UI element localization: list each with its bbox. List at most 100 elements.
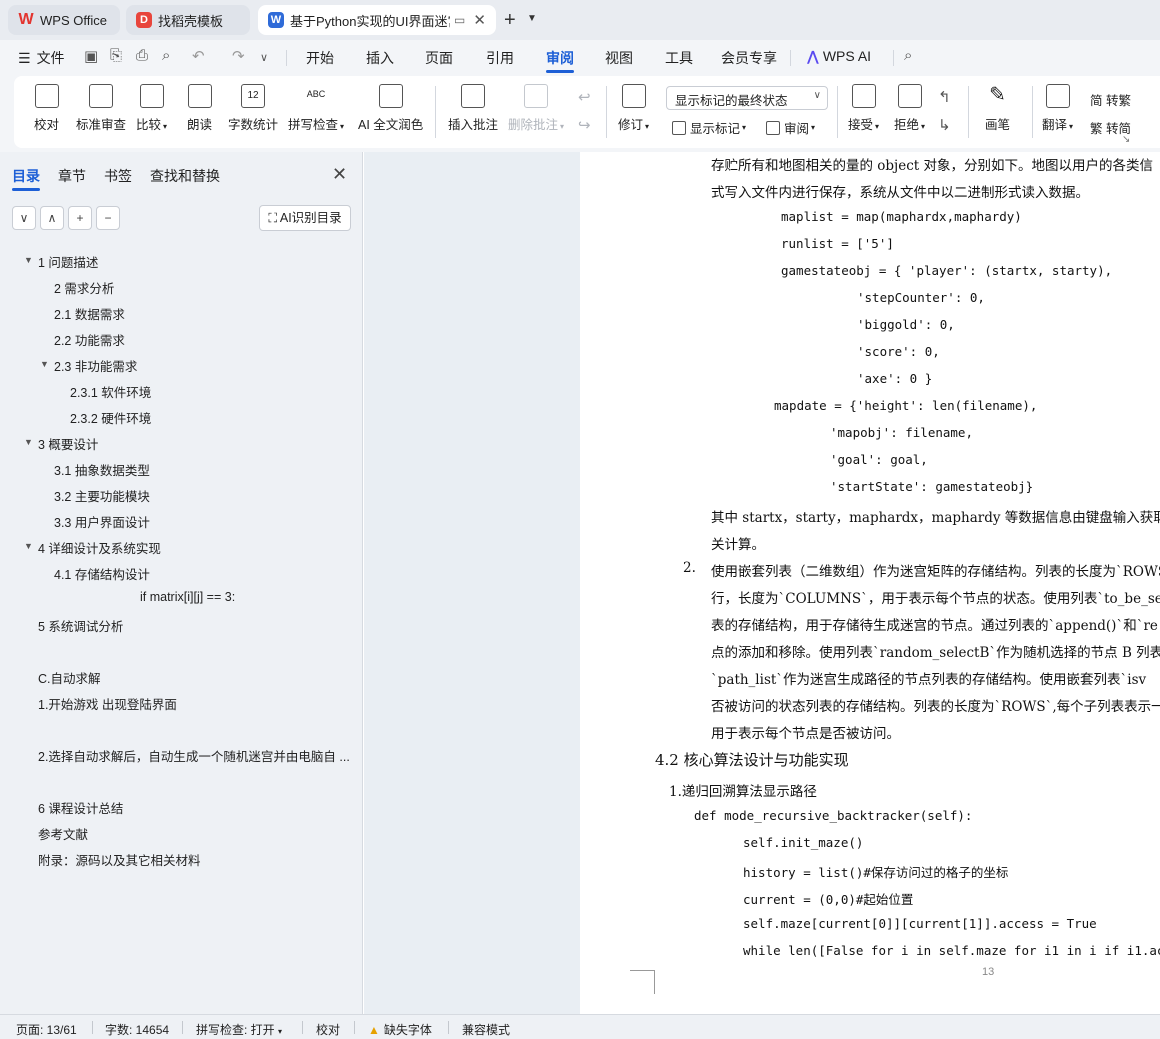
toc-item[interactable]: 6 课程设计总结	[38, 798, 123, 817]
print-preview-icon[interactable]: ⌕	[162, 47, 170, 64]
chevron-down-icon[interactable]: ∨	[260, 51, 268, 64]
toc-item[interactable]: 附录：源码以及其它相关材料	[38, 850, 201, 869]
tab-chapters[interactable]: 章节	[58, 166, 86, 186]
menu-page[interactable]: 页面	[425, 48, 453, 68]
collapse-all-icon[interactable]: ∨	[12, 206, 36, 230]
export-icon[interactable]: ⎘	[110, 47, 122, 64]
tab-bookmarks[interactable]: 书签	[104, 166, 132, 186]
toc-item[interactable]: 2.1 数据需求	[54, 304, 125, 323]
menu-insert[interactable]: 插入	[366, 48, 394, 68]
proofread-indicator[interactable]: 校对	[316, 1021, 340, 1038]
read-aloud-button[interactable]: 朗读	[187, 84, 212, 133]
expand-all-icon[interactable]: ∧	[40, 206, 64, 230]
add-heading-icon[interactable]: +	[68, 206, 92, 230]
remove-heading-icon[interactable]: −	[96, 206, 120, 230]
pen-button[interactable]: ✎ 画笔	[985, 84, 1010, 133]
toc-item[interactable]: 2.3 非功能需求	[54, 356, 137, 375]
page-indicator[interactable]: 页面: 13/61	[16, 1021, 77, 1038]
caret-down-icon[interactable]: ▼	[24, 437, 33, 447]
missing-font-indicator[interactable]: ▲ 缺失字体	[368, 1021, 432, 1038]
toc-item[interactable]: 2.选择自动求解后，自动生成一个随机迷宫并由电脑自 ...	[38, 746, 350, 765]
new-tab-icon[interactable]: +	[504, 9, 516, 32]
toc-item[interactable]: 2.3.2 硬件环境	[70, 408, 151, 427]
code-line: current = (0,0)#起始位置	[743, 892, 914, 907]
insert-comment-icon	[461, 84, 485, 108]
show-markup-button[interactable]: 显示标记 ▾	[672, 118, 746, 137]
review-pane-button[interactable]: 审阅 ▾	[766, 118, 815, 137]
markup-state-select[interactable]: 显示标记的最终状态 ∨	[666, 86, 828, 110]
toc-item[interactable]: 1 问题描述	[38, 252, 98, 271]
caret-down-icon[interactable]: ▼	[24, 541, 33, 551]
next-comment-icon[interactable]: ↪	[578, 116, 591, 134]
code-line: 'axe': 0 }	[857, 371, 933, 386]
toc-item[interactable]: 1.开始游戏 出现登陆界面	[38, 694, 177, 713]
previous-change-icon[interactable]: ↰	[938, 88, 951, 106]
toc-item[interactable]: C.自动求解	[38, 668, 101, 687]
delete-comment-button[interactable]: 删除批注 ▾	[508, 84, 564, 133]
accept-button[interactable]: 接受 ▾	[848, 84, 879, 133]
toc-item[interactable]: 2.3.1 软件环境	[70, 382, 151, 401]
spell-check-button[interactable]: ABC 拼写检查 ▾	[288, 84, 344, 133]
close-tab-icon[interactable]: ✕	[473, 11, 486, 29]
body-text: `path_list`作为迷宫生成路径的节点列表的存储结构。使用嵌套列表`isv	[711, 672, 1147, 688]
ai-toc-button[interactable]: ⛶ AI识别目录	[259, 205, 351, 231]
tab-wps-office[interactable]: W WPS Office	[8, 5, 120, 35]
document-page[interactable]: 存贮所有和地图相关的量的 object 对象，分别如下。地图以用户的各类信 式写…	[580, 152, 1160, 1014]
compare-icon	[139, 84, 164, 108]
chevron-down-icon[interactable]: ▼	[527, 13, 537, 24]
save-icon[interactable]: ▣	[84, 47, 98, 65]
standard-review-button[interactable]: 标准审查	[76, 84, 126, 133]
ribbon-expand-icon[interactable]: ↘	[1122, 134, 1130, 145]
hamburger-icon: ☰	[18, 50, 31, 66]
tab-toc[interactable]: 目录	[12, 166, 40, 186]
toc-item[interactable]: 3.2 主要功能模块	[54, 486, 150, 505]
toc-item[interactable]: 3 概要设计	[38, 434, 98, 453]
toc-item[interactable]: 3.1 抽象数据类型	[54, 460, 150, 479]
menu-home[interactable]: 开始	[306, 48, 334, 68]
word-count-button[interactable]: 12 字数统计	[228, 84, 278, 133]
reject-button[interactable]: 拒绝 ▾	[894, 84, 925, 133]
print-icon[interactable]: ⎙	[136, 47, 148, 64]
menu-view[interactable]: 视图	[605, 48, 633, 68]
accept-label: 接受	[848, 118, 874, 132]
toc-item[interactable]: if matrix[i][j] == 3:	[140, 590, 235, 604]
ai-polish-button[interactable]: AI 全文润色	[358, 84, 423, 133]
toc-item[interactable]: 3.3 用户界面设计	[54, 512, 150, 531]
menu-member[interactable]: 会员专享	[721, 48, 777, 68]
body-text: 关计算。	[711, 537, 765, 553]
caret-down-icon[interactable]: ▼	[24, 255, 33, 265]
magic-wand-icon	[378, 84, 403, 108]
toc-item[interactable]: 2 需求分析	[54, 278, 114, 297]
next-change-icon[interactable]: ↳	[938, 116, 951, 134]
to-traditional-button[interactable]: 简 转繁	[1090, 90, 1131, 109]
toc-item[interactable]: 4 详细设计及系统实现	[38, 538, 161, 557]
caret-down-icon[interactable]: ▼	[40, 359, 49, 369]
close-icon[interactable]: ✕	[332, 164, 347, 185]
tab-find-replace[interactable]: 查找和替换	[150, 166, 220, 186]
menu-wps-ai[interactable]: ⋀ WPS AI	[807, 48, 871, 65]
pen-label: 画笔	[985, 118, 1011, 132]
tab-daoke-templates[interactable]: D 找稻壳模板	[126, 5, 250, 35]
spell-check-indicator[interactable]: 拼写检查: 打开 ▾	[196, 1021, 282, 1038]
redo-icon[interactable]: ↷	[232, 47, 245, 65]
body-text: 式写入文件内进行保存，系统从文件中以二进制形式读入数据。	[711, 185, 1089, 201]
word-count-indicator[interactable]: 字数: 14654	[105, 1021, 169, 1038]
menu-tools[interactable]: 工具	[665, 48, 693, 68]
menu-review[interactable]: 审阅	[546, 48, 574, 68]
screen-icon[interactable]: ▭	[454, 13, 465, 27]
compare-button[interactable]: 比较 ▾	[136, 84, 167, 133]
previous-comment-icon[interactable]: ↩	[578, 88, 591, 106]
translate-button[interactable]: 翻译 ▾	[1042, 84, 1073, 133]
tab-document[interactable]: W 基于Python实现的UI界面迷宫 ▭ ✕	[258, 5, 496, 35]
proofread-button[interactable]: 校对	[34, 84, 59, 133]
menu-file[interactable]: ☰ 文件	[18, 48, 65, 68]
toc-item[interactable]: 2.2 功能需求	[54, 330, 125, 349]
toc-item[interactable]: 5 系统调试分析	[38, 616, 123, 635]
track-changes-button[interactable]: 修订 ▾	[618, 84, 649, 133]
toc-item[interactable]: 4.1 存储结构设计	[54, 564, 150, 583]
menu-references[interactable]: 引用	[486, 48, 514, 68]
search-icon[interactable]: ⌕	[904, 47, 912, 64]
undo-icon[interactable]: ↶	[192, 47, 205, 65]
toc-item[interactable]: 参考文献	[38, 824, 88, 843]
insert-comment-button[interactable]: 插入批注	[448, 84, 498, 133]
